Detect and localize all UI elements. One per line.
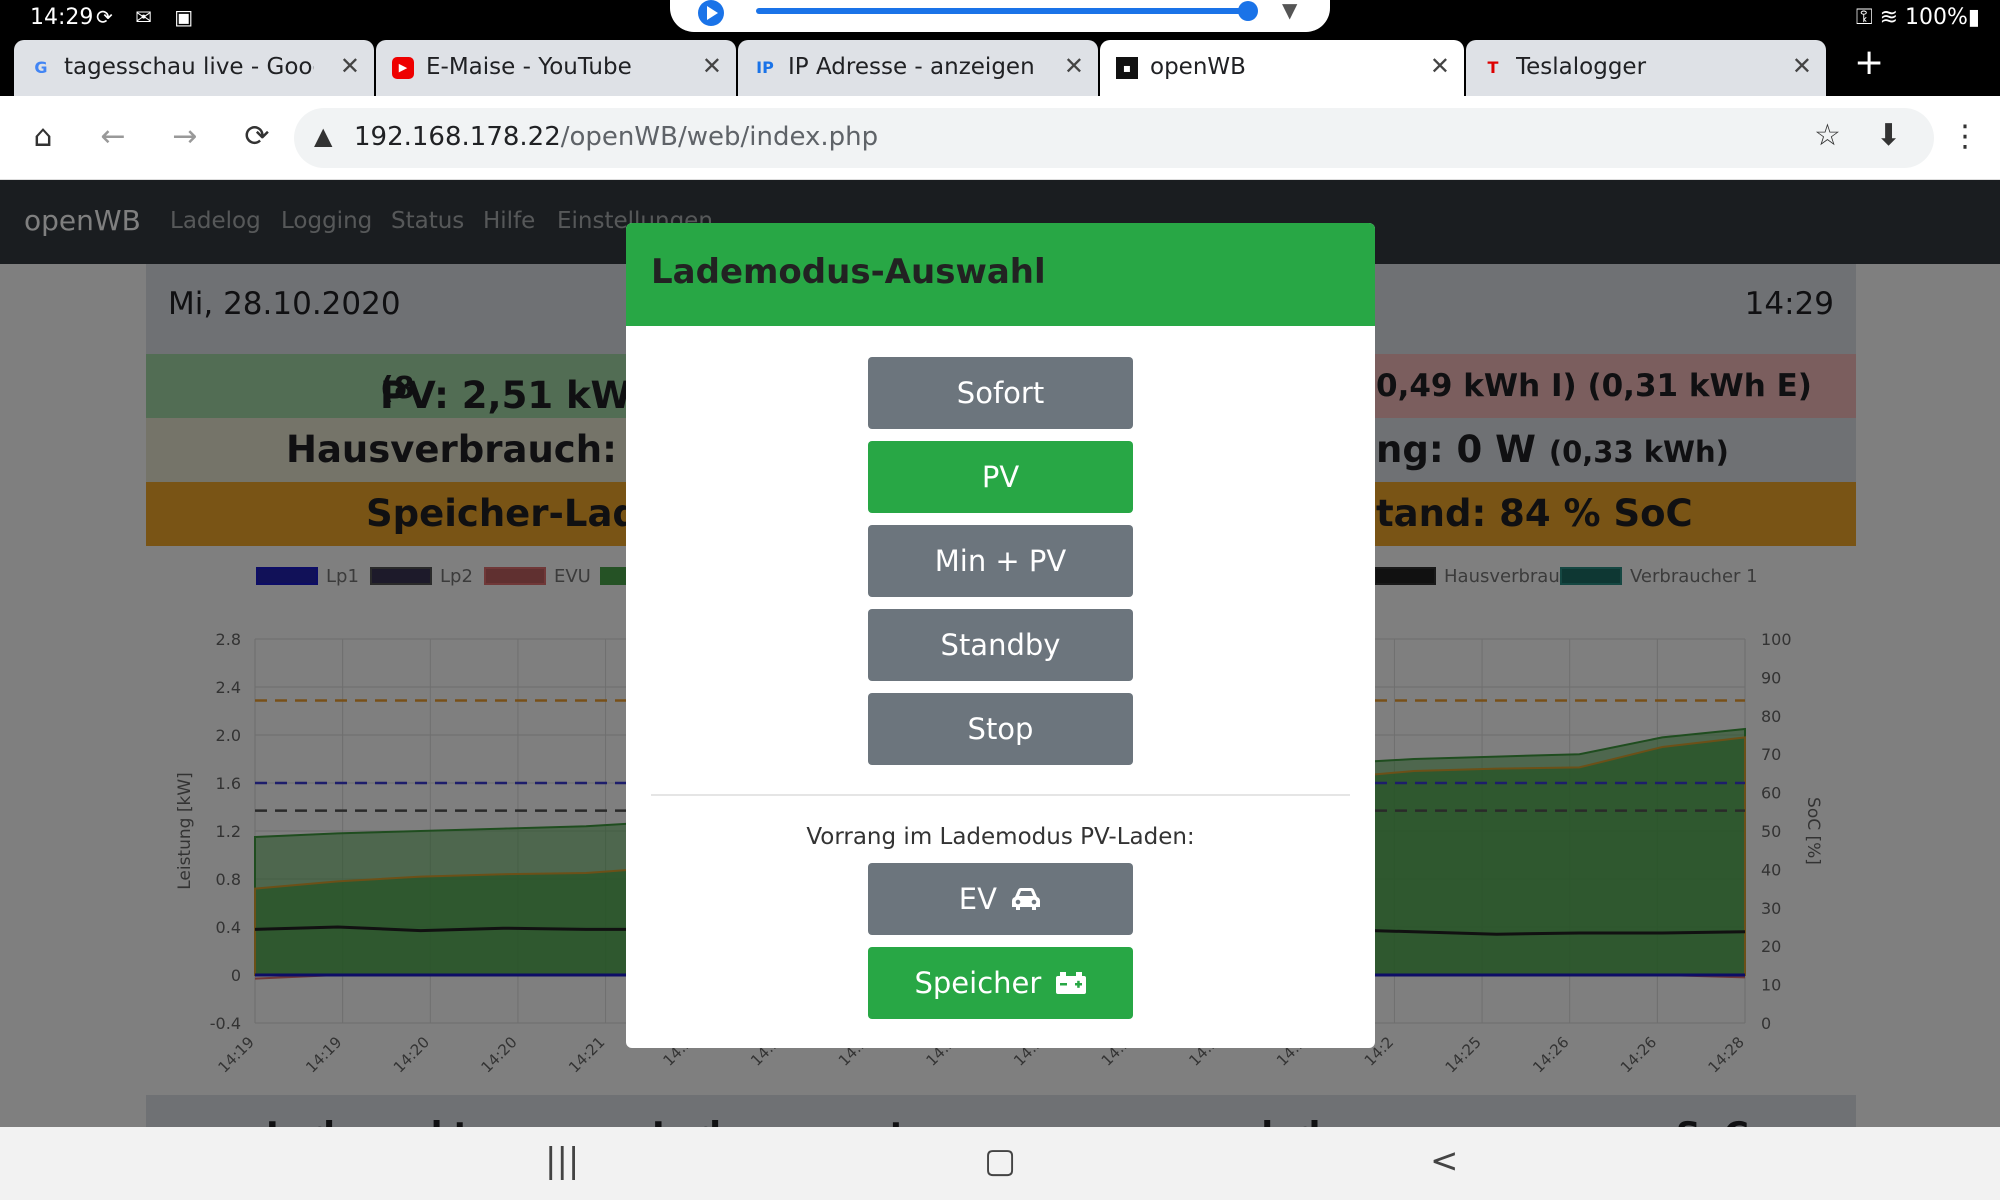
status-notification-icons: ⟳ ✉ ▣ <box>96 5 202 29</box>
openwb-icon: ▪ <box>1116 57 1138 79</box>
status-bar: 14:29 ⟳ ✉ ▣ ⚿ ≋ 100%▮ ▼ <box>0 0 2000 34</box>
tab-label: tagesschau live - Google S <box>64 54 314 80</box>
tesla-icon: T <box>1487 58 1499 77</box>
battery-icon <box>1055 972 1086 994</box>
not-secure-warning-icon[interactable]: ▲ <box>314 122 332 150</box>
status-battery-wifi: ⚿ ≋ 100%▮ <box>1855 5 1980 30</box>
youtube-icon: ▶ <box>392 57 414 79</box>
tab-tagesschau[interactable]: G tagesschau live - Google S ✕ <box>14 40 374 96</box>
mode-standby-button[interactable]: Standby <box>868 609 1133 681</box>
reload-icon[interactable]: ⟳ <box>234 114 280 160</box>
chevron-down-icon[interactable]: ▼ <box>1282 0 1297 22</box>
forward-icon[interactable]: → <box>162 114 208 160</box>
menu-icon[interactable]: ⋮ <box>1942 114 1988 160</box>
close-icon[interactable]: ✕ <box>340 52 360 80</box>
home-button-icon[interactable]: ▢ <box>984 1141 1016 1181</box>
back-button-icon[interactable]: < <box>1430 1141 1459 1181</box>
back-icon[interactable]: ← <box>90 114 136 160</box>
browser-toolbar: ⌂ ← → ⟳ ▲ 192.168.178.22/openWB/web/inde… <box>0 96 2000 180</box>
mode-sofort-button[interactable]: Sofort <box>868 357 1133 429</box>
priority-speicher-button[interactable]: Speicher <box>868 947 1133 1019</box>
lademodus-dialog: Lademodus-Auswahl Sofort PV Min + PV Sta… <box>626 223 1375 1048</box>
address-bar[interactable]: ▲ 192.168.178.22/openWB/web/index.php ☆ … <box>294 108 1934 168</box>
mode-min-pv-button[interactable]: Min + PV <box>868 525 1133 597</box>
close-icon[interactable]: ✕ <box>1064 52 1084 80</box>
url-path: /openWB/web/index.php <box>560 122 879 152</box>
media-progress-track[interactable] <box>756 8 1246 14</box>
close-icon[interactable]: ✕ <box>1430 52 1450 80</box>
status-time: 14:29 <box>30 5 94 30</box>
tab-strip: G tagesschau live - Google S ✕ ▶ E-Maise… <box>0 34 2000 96</box>
close-icon[interactable]: ✕ <box>702 52 722 80</box>
priority-label: Vorrang im Lademodus PV-Laden: <box>806 824 1195 850</box>
mode-stop-button[interactable]: Stop <box>868 693 1133 765</box>
close-icon[interactable]: ✕ <box>1792 52 1812 80</box>
tab-youtube[interactable]: ▶ E-Maise - YouTube ✕ <box>376 40 736 96</box>
media-control-pill[interactable]: ▼ <box>670 0 1330 32</box>
new-tab-button[interactable]: + <box>1854 42 1884 83</box>
recents-icon[interactable]: ||| <box>545 1141 579 1181</box>
tab-label: IP Adresse - anzeigen - err <box>788 54 1038 80</box>
play-icon[interactable] <box>698 0 724 26</box>
tab-openwb[interactable]: ▪ openWB ✕ <box>1100 40 1464 96</box>
priority-speicher-label: Speicher <box>914 966 1042 1000</box>
mode-pv-button[interactable]: PV <box>868 441 1133 513</box>
dialog-divider <box>651 794 1350 796</box>
car-icon <box>1012 888 1041 910</box>
home-icon[interactable]: ⌂ <box>20 114 66 160</box>
google-icon: G <box>34 58 48 77</box>
url-host: 192.168.178.22 <box>354 122 561 152</box>
ip-icon: IP <box>756 58 774 77</box>
tab-label: Teslalogger <box>1516 54 1647 80</box>
tab-label: openWB <box>1150 54 1246 80</box>
system-navigation-bar: ||| ▢ < <box>0 1127 2000 1200</box>
bookmark-star-icon[interactable]: ☆ <box>1814 118 1841 153</box>
priority-ev-button[interactable]: EV <box>868 863 1133 935</box>
tab-label: E-Maise - YouTube <box>426 54 632 80</box>
media-progress-knob[interactable] <box>1238 1 1258 21</box>
url-text[interactable]: 192.168.178.22/openWB/web/index.php <box>354 122 878 152</box>
download-icon[interactable]: ⬇ <box>1876 118 1901 153</box>
tab-ip-adresse[interactable]: IP IP Adresse - anzeigen - err ✕ <box>738 40 1098 96</box>
dialog-title: Lademodus-Auswahl <box>651 252 1046 292</box>
priority-ev-label: EV <box>958 882 997 916</box>
tab-teslalogger[interactable]: T Teslalogger ✕ <box>1466 40 1826 96</box>
dialog-header: Lademodus-Auswahl <box>626 223 1375 326</box>
